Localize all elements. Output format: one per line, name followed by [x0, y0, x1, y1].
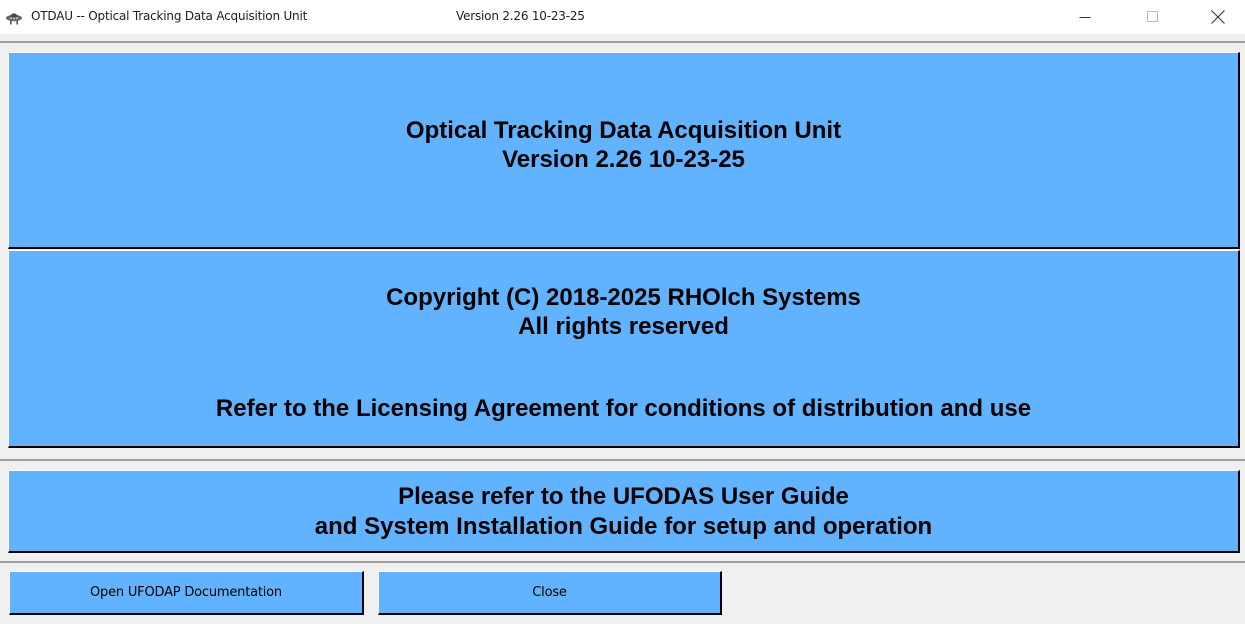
- open-documentation-button[interactable]: Open UFODAP Documentation: [9, 571, 364, 615]
- separator: [0, 459, 1245, 461]
- rights-text: All rights reserved: [518, 313, 729, 340]
- close-icon: [1211, 10, 1225, 24]
- guide-text-1: Please refer to the UFODAS User Guide: [398, 483, 849, 510]
- ufo-icon: [6, 13, 22, 25]
- window-title-version: Version 2.26 10-23-25: [456, 9, 585, 23]
- minimize-icon: [1079, 17, 1091, 18]
- licensing-text: Refer to the Licensing Agreement for con…: [215, 395, 1032, 422]
- title-bar[interactable]: OTDAU -- Optical Tracking Data Acquisiti…: [0, 0, 1245, 34]
- close-button[interactable]: Close: [378, 571, 722, 615]
- about-window: OTDAU -- Optical Tracking Data Acquisiti…: [0, 0, 1245, 624]
- maximize-button[interactable]: [1130, 0, 1176, 34]
- maximize-icon: [1147, 11, 1158, 22]
- guide-panel: Please refer to the UFODAS User Guide an…: [8, 470, 1240, 553]
- app-version-text: Version 2.26 10-23-25: [502, 146, 745, 173]
- header-panel: Optical Tracking Data Acquisition Unit V…: [8, 52, 1240, 249]
- copyright-panel: Copyright (C) 2018-2025 RHOlch Systems A…: [8, 250, 1240, 448]
- minimize-button[interactable]: [1062, 0, 1108, 34]
- window-title: OTDAU -- Optical Tracking Data Acquisiti…: [31, 9, 308, 23]
- guide-text-2: and System Installation Guide for setup …: [314, 513, 933, 540]
- separator: [0, 561, 1245, 563]
- title-divider: [0, 41, 1245, 43]
- copyright-text: Copyright (C) 2018-2025 RHOlch Systems: [386, 284, 861, 311]
- close-window-button[interactable]: [1195, 0, 1241, 34]
- app-name-text: Optical Tracking Data Acquisition Unit: [405, 117, 842, 144]
